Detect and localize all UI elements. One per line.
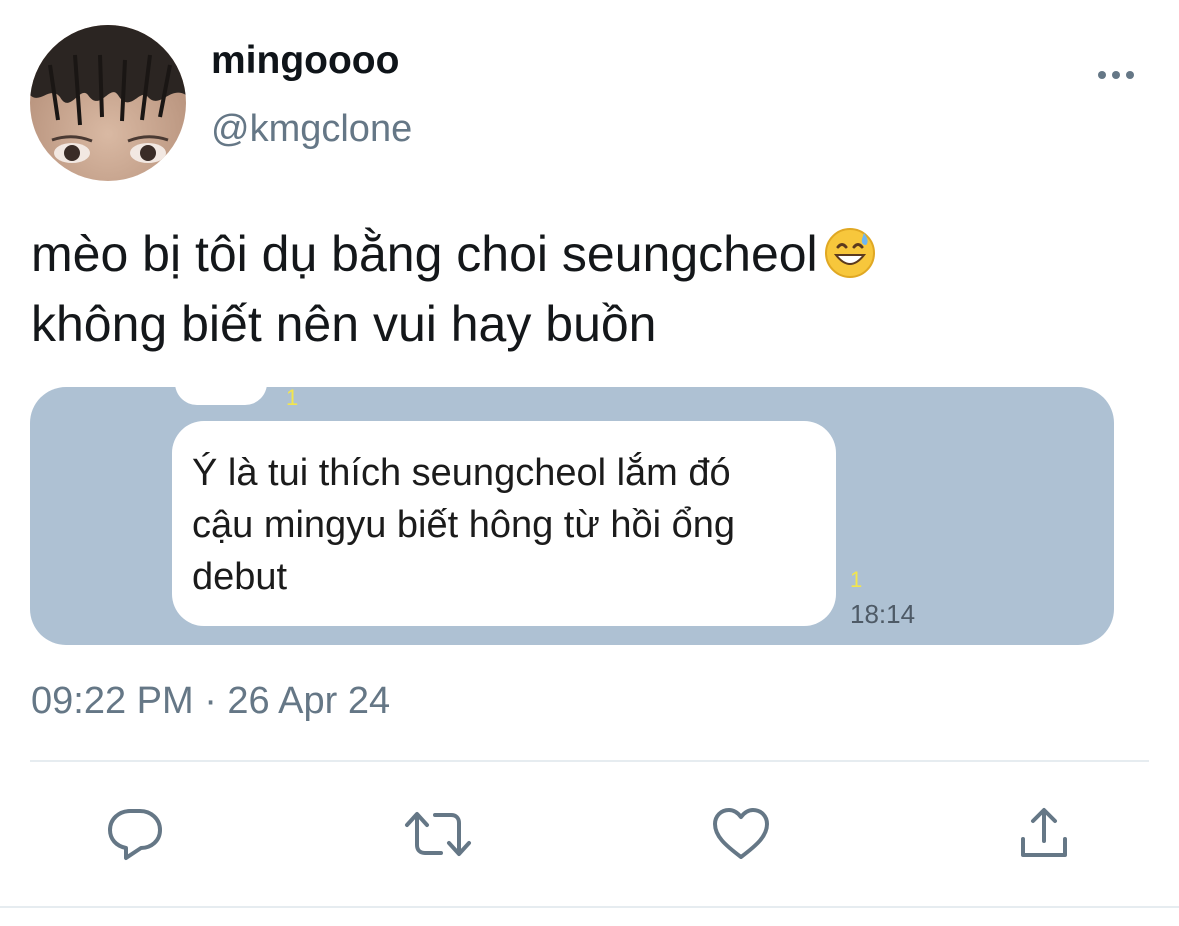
grinning-face-with-sweat-icon [824,227,876,279]
chat-message-line-3: debut [192,556,288,598]
chat-message-line-2: cậu mingyu biết hông từ hồi ổng [192,504,736,546]
share-icon [1021,808,1067,857]
message-time: 18:14 [850,599,916,629]
tweet-timestamp[interactable]: 09:22 PM · 26 Apr 24 [31,678,390,724]
share-button[interactable] [1009,802,1079,866]
chat-message: Ý là tui thích seungcheol lắm đó cậu min… [192,447,822,603]
like-button[interactable] [706,802,776,866]
avatar[interactable] [30,25,186,181]
avatar-image [30,25,186,181]
chat-message-line-1: Ý là tui thích seungcheol lắm đó [192,452,731,494]
reply-icon [108,809,162,860]
more-options-icon[interactable] [1090,58,1142,92]
tweet-text-line-1: mèo bị tôi dụ bằng choi seungcheol [31,226,818,282]
retweet-button[interactable] [403,802,473,866]
divider [30,760,1149,762]
attached-image[interactable]: 1 Ý là tui thích seungcheol lắm đó cậu m… [30,387,1114,645]
divider [0,906,1179,908]
retweet-icon [405,812,471,856]
previous-read-count: 1 [286,387,299,410]
reply-button[interactable] [100,802,170,866]
user-handle[interactable]: @kmgclone [211,106,412,152]
heart-icon [713,808,769,859]
chat-bubble: Ý là tui thích seungcheol lắm đó cậu min… [172,421,836,626]
read-count: 1 [850,567,863,592]
tweet-text-line-2: không biết nên vui hay buồn [31,296,657,352]
display-name[interactable]: mingoooo [211,38,399,84]
tweet-text: mèo bị tôi dụ bằng choi seungcheol không… [31,219,1141,359]
previous-chat-bubble [175,387,267,405]
